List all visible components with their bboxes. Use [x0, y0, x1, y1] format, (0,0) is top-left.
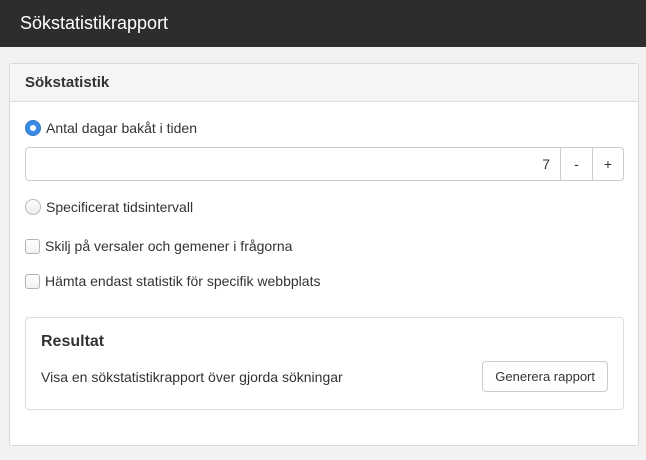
panel-title: Sökstatistik: [10, 64, 638, 102]
checkbox-case[interactable]: [25, 238, 40, 254]
radio-interval-row[interactable]: Specificerat tidsintervall: [25, 199, 193, 215]
result-description: Visa en sökstatistikrapport över gjorda …: [41, 369, 343, 385]
search-stats-panel: Sökstatistik Antal dagar bakåt i tiden -…: [9, 63, 639, 446]
app-title: Sökstatistikrapport: [20, 13, 169, 33]
checkbox-case-row[interactable]: Skilj på versaler och gemener i frågorna: [25, 238, 292, 254]
increment-button[interactable]: +: [592, 147, 624, 181]
radio-interval-label[interactable]: Specificerat tidsintervall: [46, 199, 193, 215]
checkbox-site[interactable]: [25, 273, 40, 289]
checkbox-site-label[interactable]: Hämta endast statistik för specifik webb…: [45, 273, 320, 289]
app-header: Sökstatistikrapport: [0, 0, 646, 47]
checkbox-site-row[interactable]: Hämta endast statistik för specifik webb…: [25, 273, 320, 289]
result-box: Resultat Visa en sökstatistikrapport öve…: [25, 317, 624, 410]
radio-days-button[interactable]: [25, 120, 41, 136]
radio-days-row[interactable]: Antal dagar bakåt i tiden: [25, 120, 197, 136]
checkbox-case-label[interactable]: Skilj på versaler och gemener i frågorna: [45, 238, 292, 254]
days-input[interactable]: [25, 147, 560, 181]
generate-report-button[interactable]: Generera rapport: [482, 361, 608, 392]
days-stepper: - +: [25, 147, 624, 181]
radio-days-label[interactable]: Antal dagar bakåt i tiden: [46, 120, 197, 136]
radio-interval-button[interactable]: [25, 199, 41, 215]
result-title: Resultat: [41, 333, 105, 350]
decrement-button[interactable]: -: [560, 147, 592, 181]
